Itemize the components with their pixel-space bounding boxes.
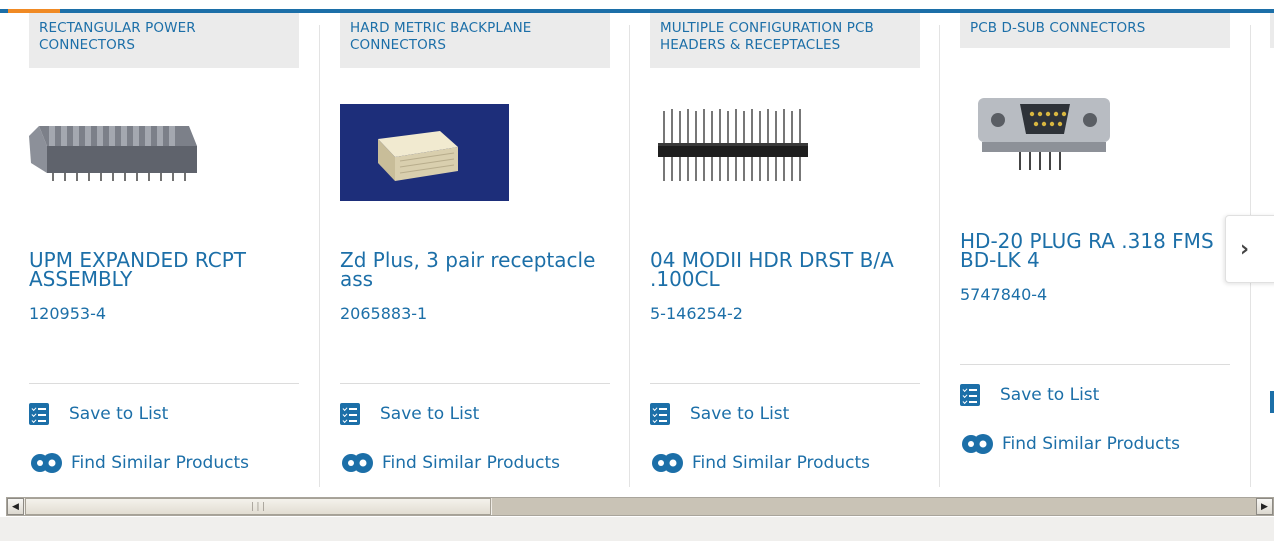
- chevron-right-icon: ›: [1240, 236, 1250, 262]
- category-label[interactable]: PCB D-SUB CONNECTORS: [960, 13, 1230, 48]
- carousel-next-button[interactable]: ›: [1225, 215, 1274, 283]
- find-similar-label: Find Similar Products: [71, 453, 249, 473]
- product-image[interactable]: [29, 81, 299, 221]
- product-card: MULTIPLE CONFIGURATION PCB HEADERS & REC…: [650, 13, 940, 491]
- product-title-link[interactable]: UPM EXPANDED RCPT ASSEMBLY: [29, 250, 299, 289]
- card-divider: [939, 25, 940, 487]
- top-accent-bar: [0, 0, 1274, 13]
- checklist-icon: [29, 403, 49, 425]
- product-card: PCB D-SUB CONNECTORS HD-20 PLUG RA .318 …: [960, 13, 1250, 491]
- find-similar-label: Find Similar Products: [692, 453, 870, 473]
- scroll-right-arrow[interactable]: ▶: [1256, 498, 1273, 515]
- product-title-link[interactable]: HD-20 PLUG RA .318 FMS BD-LK 4: [960, 231, 1230, 270]
- find-similar-button[interactable]: Find Similar Products: [960, 430, 1180, 458]
- category-label[interactable]: MULTIPLE CONFIGURATION PCB HEADERS & REC…: [650, 13, 920, 68]
- product-image[interactable]: [650, 81, 920, 221]
- category-label[interactable]: RECTANGULAR POWER CONNECTORS: [29, 13, 299, 68]
- card-divider: [319, 25, 320, 487]
- divider: [29, 383, 299, 384]
- part-number-link[interactable]: 2065883-1: [340, 304, 427, 323]
- gears-icon: [650, 449, 686, 477]
- save-to-list-button[interactable]: Save to List: [650, 403, 789, 425]
- part-number-link[interactable]: 5747840-4: [960, 285, 1047, 304]
- scroll-left-arrow[interactable]: ◀: [7, 498, 24, 515]
- grip-icon: |||: [249, 501, 267, 512]
- save-to-list-button[interactable]: Save to List: [340, 403, 479, 425]
- part-number-link[interactable]: 5-146254-2: [650, 304, 743, 323]
- product-title-link[interactable]: Zd Plus, 3 pair receptacle ass: [340, 250, 610, 289]
- product-card: HARD METRIC BACKPLANE CONNECTORS Zd Plus…: [340, 13, 630, 491]
- horizontal-scrollbar[interactable]: ◀ ||| ▶: [6, 497, 1274, 516]
- product-image[interactable]: [340, 81, 610, 221]
- page-bottom-area: [0, 517, 1274, 541]
- gears-icon: [340, 449, 376, 477]
- find-similar-label: Find Similar Products: [1002, 434, 1180, 454]
- save-to-list-label: Save to List: [380, 404, 480, 424]
- save-to-list-label: Save to List: [69, 404, 169, 424]
- next-card-peek: [1270, 13, 1274, 48]
- card-divider: [629, 25, 630, 487]
- find-similar-label: Find Similar Products: [382, 453, 560, 473]
- find-similar-button[interactable]: Find Similar Products: [650, 449, 870, 477]
- product-carousel: RECTANGULAR POWER CONNECTORS UPM EXPANDE…: [0, 13, 1274, 491]
- gears-icon: [960, 430, 996, 458]
- category-label[interactable]: HARD METRIC BACKPLANE CONNECTORS: [340, 13, 610, 68]
- part-number-link[interactable]: 120953-4: [29, 304, 106, 323]
- checklist-icon: [960, 384, 980, 406]
- scrollbar-track[interactable]: [492, 498, 1256, 515]
- checklist-icon: [650, 403, 670, 425]
- save-to-list-label: Save to List: [690, 404, 790, 424]
- divider: [960, 364, 1230, 365]
- save-to-list-button[interactable]: Save to List: [960, 384, 1099, 406]
- save-to-list-button[interactable]: Save to List: [29, 403, 168, 425]
- find-similar-button[interactable]: Find Similar Products: [340, 449, 560, 477]
- checklist-icon: [340, 403, 360, 425]
- next-card-icon-peek: [1270, 391, 1274, 413]
- gears-icon: [29, 449, 65, 477]
- scrollbar-thumb[interactable]: |||: [25, 498, 491, 515]
- divider: [650, 383, 920, 384]
- find-similar-button[interactable]: Find Similar Products: [29, 449, 249, 477]
- save-to-list-label: Save to List: [1000, 385, 1100, 405]
- product-card: RECTANGULAR POWER CONNECTORS UPM EXPANDE…: [29, 13, 319, 491]
- product-title-link[interactable]: 04 MODII HDR DRST B/A .100CL: [650, 250, 920, 289]
- divider: [340, 383, 610, 384]
- product-image[interactable]: [960, 68, 1230, 208]
